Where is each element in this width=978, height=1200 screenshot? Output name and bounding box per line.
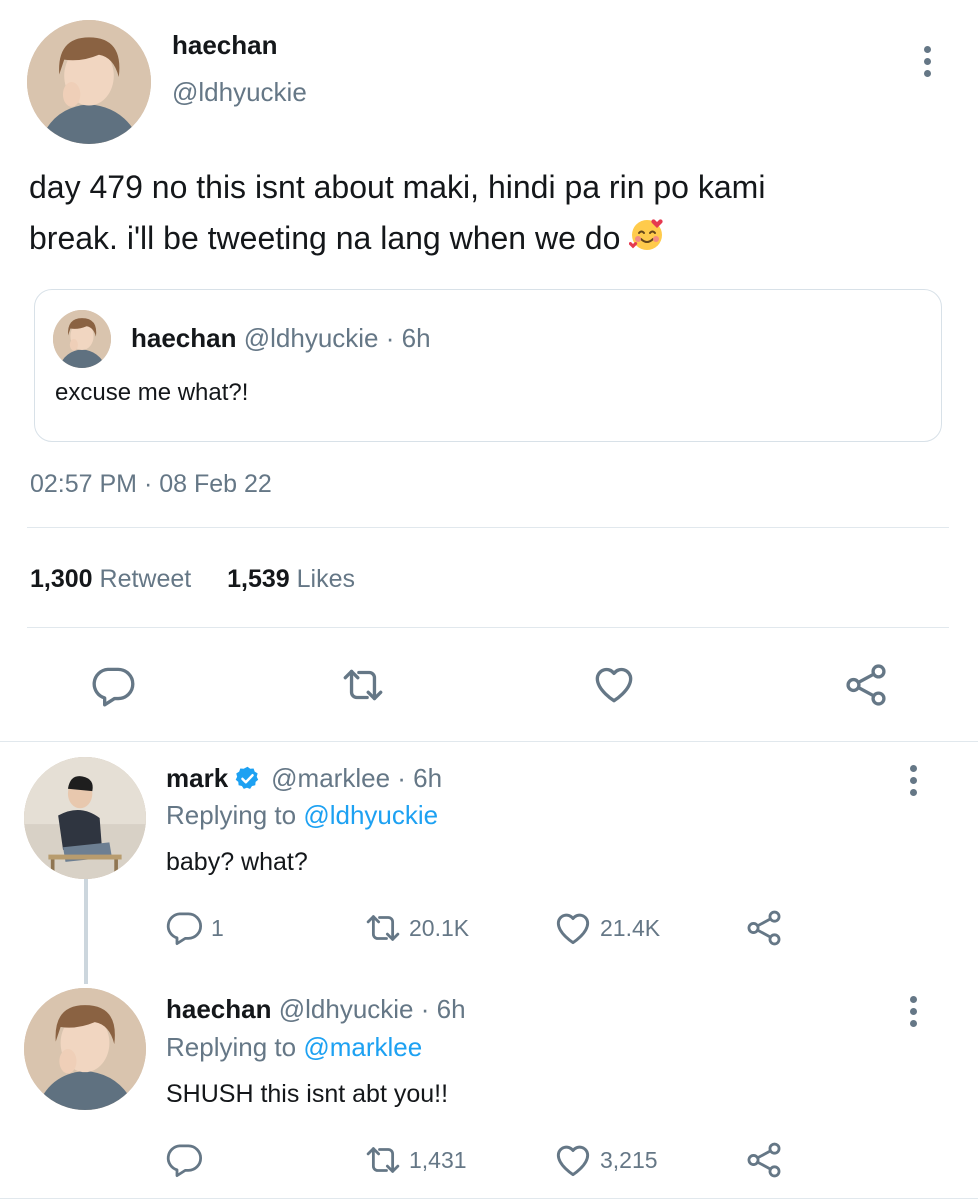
quoted-text: excuse me what?! xyxy=(55,379,249,406)
quoted-tweet-card[interactable]: haechan @ldhyuckie · 6h excuse me what?! xyxy=(34,289,942,442)
replying-to-link[interactable]: @ldhyuckie xyxy=(303,800,438,830)
retweet-icon[interactable] xyxy=(361,907,405,949)
tweet-text-line-1: day 479 no this isnt about maki, hindi p… xyxy=(29,169,766,205)
divider xyxy=(0,1198,978,1199)
reply-header: haechan @ldhyuckie · 6h xyxy=(166,994,466,1025)
share-icon[interactable] xyxy=(743,1139,785,1181)
retweet-label: Retweet xyxy=(99,565,192,593)
divider xyxy=(0,741,978,742)
more-options-icon[interactable] xyxy=(910,765,917,796)
more-options-icon[interactable] xyxy=(924,46,931,77)
reply-icon[interactable] xyxy=(88,660,138,710)
like-count: 3,215 xyxy=(600,1147,658,1173)
share-icon[interactable] xyxy=(841,660,891,710)
reply-author-name[interactable]: haechan xyxy=(166,994,272,1024)
retweet-count: 20.1K xyxy=(409,915,470,941)
divider xyxy=(27,627,949,628)
likes-count: 1,539 xyxy=(227,565,290,593)
reply-author-name[interactable]: mark xyxy=(166,763,228,794)
tweet-text-line-2: break. i'll be tweeting na lang when we … xyxy=(29,213,959,268)
reply-avatar[interactable] xyxy=(24,988,146,1110)
thread-connector-line xyxy=(84,878,88,984)
replying-to-link[interactable]: @marklee xyxy=(303,1032,422,1062)
reply-icon[interactable] xyxy=(163,906,205,948)
share-icon[interactable] xyxy=(743,907,785,949)
reply-handle-time[interactable]: @ldhyuckie · 6h xyxy=(279,994,466,1024)
smiling-face-with-hearts-icon xyxy=(629,217,665,268)
tweet-stats: 1,300 Retweet 1,539 Likes xyxy=(30,565,355,594)
retweet-icon[interactable] xyxy=(361,1139,405,1181)
tweet-text-line-2-text: break. i'll be tweeting na lang when we … xyxy=(29,220,621,256)
like-count: 21.4K xyxy=(600,915,661,941)
verified-badge-icon xyxy=(235,766,259,789)
like-icon[interactable] xyxy=(589,658,639,708)
reply-icon[interactable] xyxy=(163,1138,205,1180)
quoted-author-name: haechan xyxy=(131,323,237,353)
retweet-stat[interactable]: 1,300 Retweet xyxy=(30,565,198,593)
likes-stat[interactable]: 1,539 Likes xyxy=(227,565,355,593)
reply-text: SHUSH this isnt abt you!! xyxy=(166,1080,449,1108)
quoted-handle-time: @ldhyuckie · 6h xyxy=(243,323,431,353)
author-handle[interactable]: @ldhyuckie xyxy=(172,77,307,108)
quoted-header: haechan @ldhyuckie · 6h xyxy=(131,323,431,354)
replying-to-label: Replying to xyxy=(166,800,297,830)
author-name[interactable]: haechan xyxy=(172,30,278,61)
divider xyxy=(27,527,949,528)
author-avatar[interactable] xyxy=(27,20,151,144)
reply-handle-time[interactable]: @marklee · 6h xyxy=(271,763,442,794)
retweet-count: 1,431 xyxy=(409,1147,467,1173)
tweet-timestamp[interactable]: 02:57 PM · 08 Feb 22 xyxy=(30,470,272,499)
like-icon[interactable] xyxy=(551,1137,595,1181)
retweet-icon[interactable] xyxy=(338,660,388,710)
replying-to-label: Replying to xyxy=(166,1032,297,1062)
reply-header: mark @marklee · 6h xyxy=(166,763,442,794)
more-options-icon[interactable] xyxy=(910,996,917,1027)
tweet-text: day 479 no this isnt about maki, hindi p… xyxy=(29,162,959,268)
reply-text: baby? what? xyxy=(166,848,308,876)
reply-avatar[interactable] xyxy=(24,757,146,879)
reply-count: 1 xyxy=(211,915,224,941)
retweet-count: 1,300 xyxy=(30,565,93,593)
likes-label: Likes xyxy=(296,565,356,593)
replying-to: Replying to @ldhyuckie xyxy=(166,800,438,831)
replying-to: Replying to @marklee xyxy=(166,1032,422,1063)
like-icon[interactable] xyxy=(551,905,595,949)
quoted-author-avatar xyxy=(53,310,111,368)
